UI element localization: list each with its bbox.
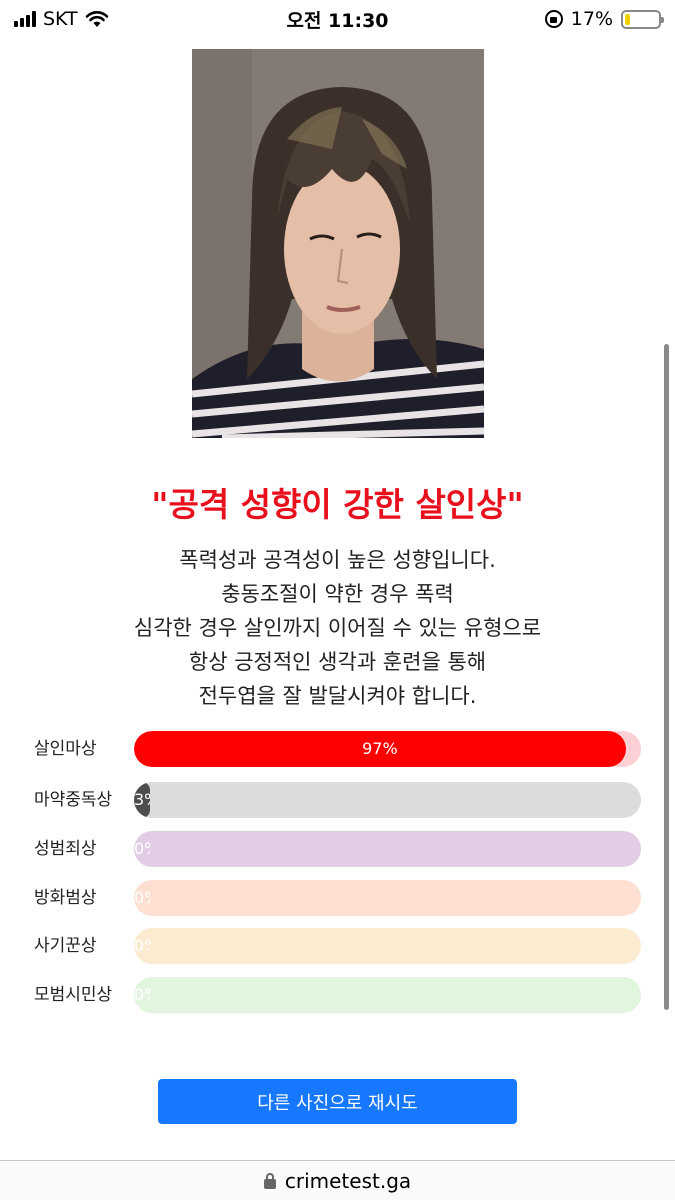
- bar-percent: 0%: [134, 985, 150, 1004]
- result-title: "공격 성향이 강한 살인상": [151, 485, 524, 524]
- bar-track: 0%: [134, 831, 641, 867]
- bar-label: 사기꾼상: [34, 936, 97, 956]
- uploaded-photo: [192, 49, 484, 438]
- screen: SKT 오전 11:30 17% "공격 성향이 강한 살인상" 폭력성과 공격…: [0, 0, 675, 1200]
- status-right: 17%: [441, 8, 664, 30]
- bar-percent: 3%: [134, 790, 150, 809]
- bar-row-model-citizen: 모범시민상 0%: [0, 977, 675, 1013]
- bar-row-drug-addict: 마약중독상 3%: [0, 782, 675, 818]
- bar-label: 살인마상: [34, 739, 97, 759]
- description-line: 폭력성과 공격성이 높은 성향입니다.: [179, 548, 496, 572]
- status-bar: SKT 오전 11:30 17%: [0, 0, 675, 38]
- description-line: 전두엽을 잘 발달시켜야 합니다.: [198, 684, 477, 708]
- battery-percent: 17%: [570, 8, 613, 30]
- battery-icon: [621, 9, 664, 29]
- bar-percent: 0%: [134, 936, 150, 955]
- lock-icon: [263, 1172, 276, 1189]
- bar-track: 3%: [134, 782, 641, 818]
- scrollbar[interactable]: [664, 344, 669, 1010]
- bar-row-swindler: 사기꾼상 0%: [0, 928, 675, 964]
- portrait-icon: [192, 49, 484, 438]
- wifi-icon: [85, 11, 108, 27]
- bar-percent: 0%: [134, 839, 150, 858]
- bar-percent: 97%: [362, 739, 398, 758]
- retry-button[interactable]: 다른 사진으로 재시도: [158, 1079, 517, 1124]
- signal-icon: [14, 11, 36, 27]
- description-line: 충동조절이 약한 경우 폭력: [221, 582, 454, 606]
- battery-fill: [625, 13, 631, 25]
- bar-label: 방화범상: [34, 888, 97, 908]
- description-line: 항상 긍정적인 생각과 훈련을 통해: [188, 650, 487, 674]
- bar-row-murderer: 살인마상 97%: [0, 731, 675, 767]
- bar-track: 0%: [134, 880, 641, 916]
- carrier-label: SKT: [43, 8, 78, 30]
- result-description: 폭력성과 공격성이 높은 성향입니다. 충동조절이 약한 경우 폭력 심각한 경…: [0, 543, 675, 713]
- bar-row-sex-offender: 성범죄상 0%: [0, 831, 675, 867]
- bar-track: 0%: [134, 977, 641, 1013]
- rotation-lock-icon: [544, 10, 563, 28]
- bar-percent: 0%: [134, 888, 150, 907]
- url-bar[interactable]: crimetest.ga: [0, 1160, 675, 1200]
- url-text[interactable]: crimetest.ga: [285, 1169, 411, 1193]
- description-line: 심각한 경우 살인까지 이어질 수 있는 유형으로: [133, 616, 542, 640]
- bar-row-arsonist: 방화범상 0%: [0, 880, 675, 916]
- bar-track: 0%: [134, 928, 641, 964]
- bar-track: 97%: [134, 731, 641, 767]
- bar-label: 성범죄상: [34, 839, 97, 859]
- bar-label: 모범시민상: [34, 985, 113, 1005]
- bar-label: 마약중독상: [34, 790, 113, 810]
- status-time: 오전 11:30: [286, 9, 389, 32]
- status-left: SKT: [14, 8, 234, 30]
